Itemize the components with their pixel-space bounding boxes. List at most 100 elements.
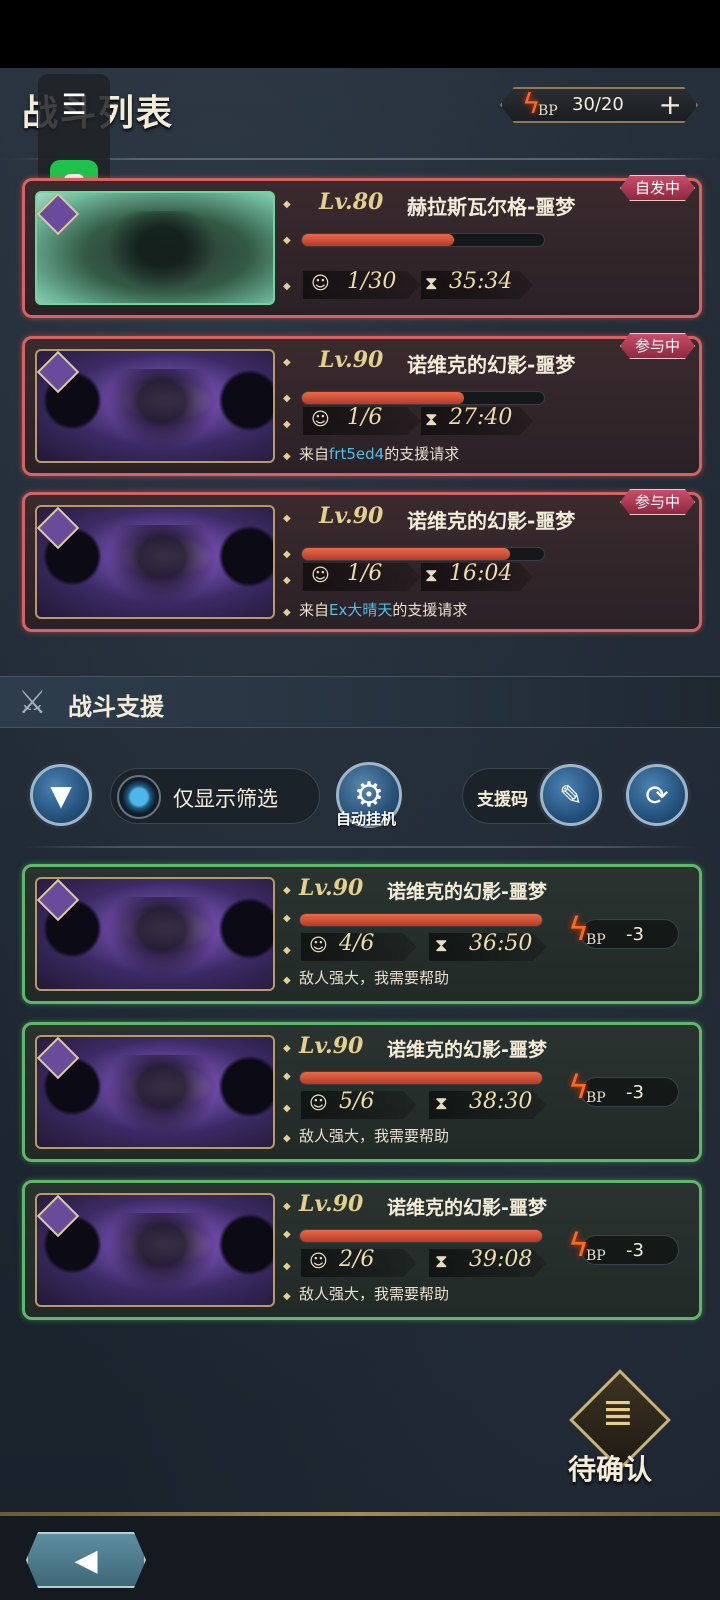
back-button[interactable]: ◀: [26, 1532, 146, 1588]
hourglass-icon: ⧗: [425, 273, 438, 294]
support-request-note: 来自frt5ed4的支援请求: [299, 443, 459, 464]
status-badge: 参与中: [620, 489, 695, 515]
diamond-bullet-icon: ◆: [283, 549, 291, 560]
auto-play-label: 自动挂机: [336, 810, 397, 828]
diamond-bullet-icon: ◆: [283, 1043, 291, 1054]
funnel-icon: ▼: [50, 778, 72, 812]
filter-only-toggle[interactable]: 仅显示筛选: [110, 768, 320, 824]
diamond-bullet-icon: ◆: [283, 357, 291, 368]
help-message: 敌人强大，我需要帮助: [299, 1285, 450, 1303]
refresh-icon: ⟳: [645, 778, 669, 812]
bp-counter: ϟ BP 30/20 +: [500, 87, 698, 123]
request-user[interactable]: frt5ed4: [329, 445, 384, 463]
refresh-button[interactable]: ⟳: [626, 764, 688, 826]
filter-button[interactable]: ▼: [30, 764, 92, 826]
diamond-bullet-icon: ◆: [283, 1071, 291, 1082]
boss-name: 诺维克的幻影-噩梦: [407, 353, 576, 377]
boss-hp-fill: [300, 1230, 542, 1242]
hourglass-icon: ⧗: [425, 565, 438, 586]
element-emblem-icon: [36, 1036, 80, 1080]
diamond-bullet-icon: ◆: [283, 575, 291, 586]
back-arrow-icon: ◀: [74, 1542, 98, 1578]
diamond-bullet-icon: ◆: [283, 199, 291, 210]
status-badge: 自发中: [620, 175, 695, 201]
boss-hp-bar: [301, 391, 545, 405]
boss-level: Lv.90: [299, 1191, 364, 1217]
player-count: 5/6: [339, 1089, 375, 1114]
boss-hp-fill: [300, 1072, 542, 1084]
boss-portrait: [35, 191, 275, 305]
bp-label: BP: [538, 103, 558, 119]
diamond-bullet-icon: ◆: [283, 975, 291, 986]
support-battle-card[interactable]: ◆ Lv.90 诺维克的幻影-噩梦 ◆ ◆ ☺ 2/6 ⧗ 39:08 ◆ 敌人强大，我需要帮助 ϟ B…: [22, 1180, 702, 1320]
my-battle-card[interactable]: 自发中 ◆ Lv.80 赫拉斯瓦尔格-噩梦 ◆ ◆ ☺ 1/30 ⧗ 35:34: [22, 178, 702, 318]
support-battle-card[interactable]: ◆ Lv.90 诺维克的幻影-噩梦 ◆ ◆ ☺ 5/6 ⧗ 38:30 ◆ 敌人强大，我需要帮助 ϟ B…: [22, 1022, 702, 1162]
bp-cost-tag: ϟ BP -3: [568, 1068, 679, 1107]
boss-hp-bar: [299, 1071, 543, 1085]
player-count: 1/6: [347, 561, 383, 586]
menu-icon[interactable]: ☰: [38, 88, 110, 121]
diamond-bullet-icon: ◆: [283, 1201, 291, 1212]
request-suffix: 的支援请求: [384, 445, 460, 463]
boss-level: Lv.90: [299, 1033, 364, 1059]
boss-silhouette: [107, 1055, 217, 1135]
boss-name: 诺维克的幻影-噩梦: [387, 1197, 547, 1219]
boss-name: 诺维克的幻影-噩梦: [407, 509, 576, 533]
hourglass-icon: ⧗: [435, 1093, 448, 1114]
help-message: 敌人强大，我需要帮助: [299, 1127, 450, 1145]
my-battle-card[interactable]: 参与中 ◆ Lv.90 诺维克的幻影-噩梦 ◆ ◆ ☺ 1/6 ⧗ 16:04 ◆ 来自Ex大晴天的支…: [22, 492, 702, 632]
diamond-bullet-icon: ◆: [283, 1229, 291, 1240]
support-request-note: 来自Ex大晴天的支援请求: [299, 599, 467, 620]
help-message: 敌人强大，我需要帮助: [299, 969, 450, 987]
hourglass-icon: ⧗: [435, 1251, 448, 1272]
diamond-bullet-icon: ◆: [283, 913, 291, 924]
boss-portrait: [35, 1193, 275, 1307]
boss-level: Lv.80: [319, 189, 384, 215]
diamond-bullet-icon: ◆: [283, 419, 291, 430]
pending-confirm-label[interactable]: 待确认: [568, 1448, 652, 1488]
hourglass-icon: ⧗: [435, 935, 448, 956]
person-icon: ☺: [309, 1251, 328, 1272]
support-code-label: 支援码: [477, 790, 528, 810]
support-battle-card[interactable]: ◆ Lv.90 诺维克的幻影-噩梦 ◆ ◆ ☺ 4/6 ⧗ 36:50 ◆ 敌人强大，我需要帮助 ϟ B…: [22, 864, 702, 1004]
person-icon: ☺: [309, 935, 328, 956]
bp-cost-tag: ϟ BP -3: [568, 1226, 679, 1265]
element-emblem-icon: [36, 878, 80, 922]
player-count: 4/6: [339, 931, 375, 956]
boss-level: Lv.90: [319, 347, 384, 373]
diamond-bullet-icon: ◆: [283, 393, 291, 404]
support-section-title: 战斗支援: [68, 693, 164, 721]
boss-portrait: [35, 349, 275, 463]
request-suffix: 的支援请求: [392, 601, 468, 619]
diamond-bullet-icon: ◆: [283, 885, 291, 896]
bp-label: BP: [586, 1248, 606, 1264]
status-badge: 参与中: [620, 333, 695, 359]
boss-silhouette: [107, 525, 217, 605]
scroll-icon: ≣: [602, 1390, 634, 1434]
boss-hp-fill: [302, 392, 465, 404]
request-user[interactable]: Ex大晴天: [329, 601, 392, 619]
edit-icon: ✎: [559, 778, 583, 812]
enter-code-button[interactable]: ✎: [540, 764, 602, 826]
boss-portrait: [35, 1035, 275, 1149]
time-remaining: 35:34: [449, 269, 513, 294]
my-battle-card[interactable]: 参与中 ◆ Lv.90 诺维克的幻影-噩梦 ◆ ◆ ☺ 1/6 ⧗ 27:40 ◆ 来自frt5ed4…: [22, 336, 702, 476]
diamond-bullet-icon: ◆: [283, 607, 291, 618]
time-remaining: 27:40: [449, 405, 513, 430]
diamond-bullet-icon: ◆: [283, 1133, 291, 1144]
boss-silhouette: [107, 1213, 217, 1293]
hourglass-icon: ⧗: [425, 409, 438, 430]
bp-cost-tag: ϟ BP -3: [568, 910, 679, 949]
player-count: 1/30: [347, 269, 397, 294]
bp-cost-value: -3: [626, 1240, 644, 1261]
time-remaining: 38:30: [469, 1089, 533, 1114]
section-divider: [22, 846, 698, 848]
person-icon: ☺: [309, 1093, 328, 1114]
crossed-swords-icon: ⚔: [18, 683, 47, 721]
element-emblem-icon: [36, 506, 80, 550]
boss-portrait: [35, 877, 275, 991]
boss-level: Lv.90: [299, 875, 364, 901]
status-bar: [0, 0, 720, 68]
boss-hp-fill: [300, 914, 542, 926]
add-bp-button[interactable]: +: [659, 89, 682, 121]
